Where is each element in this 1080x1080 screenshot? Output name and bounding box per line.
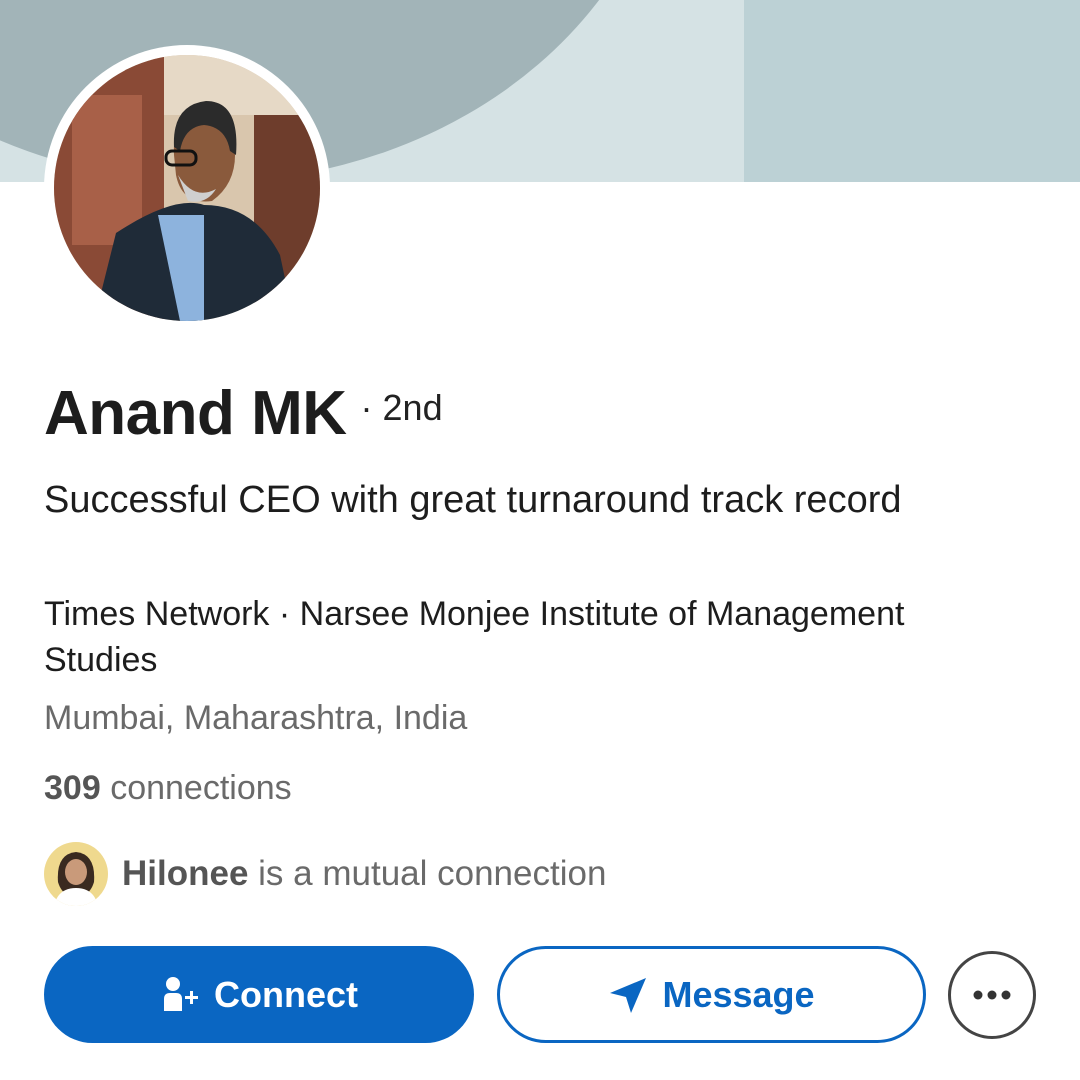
mutual-connection-text: Hilonee is a mutual connection — [122, 854, 606, 894]
mutual-avatar-photo — [44, 842, 108, 906]
connect-label: Connect — [214, 973, 358, 1015]
profile-avatar[interactable] — [44, 45, 330, 331]
connect-button[interactable]: Connect — [44, 946, 474, 1043]
connections-count: 309 — [44, 769, 101, 807]
profile-photo — [54, 55, 320, 321]
profile-company-education: Times Network · Narsee Monjee Institute … — [44, 595, 905, 679]
mutual-label: is a mutual connection — [258, 854, 607, 893]
message-label: Message — [662, 973, 815, 1015]
more-horizontal-icon — [973, 990, 1011, 1000]
profile-headline: Successful CEO with great turnaround tra… — [44, 479, 902, 521]
connections-label: connections — [110, 769, 292, 807]
mutual-connection[interactable]: Hilonee is a mutual connection — [44, 842, 606, 906]
connection-degree: · 2nd — [360, 387, 443, 428]
add-person-icon — [160, 975, 200, 1015]
banner-right-block — [744, 0, 1080, 182]
message-button[interactable]: Message — [497, 946, 926, 1043]
more-options-button[interactable] — [948, 951, 1036, 1039]
profile-location: Mumbai, Maharashtra, India — [44, 699, 468, 737]
send-icon — [608, 975, 648, 1015]
connections-link[interactable]: 309 connections — [44, 766, 292, 810]
mutual-name: Hilonee — [122, 854, 249, 893]
profile-name-row: Anand MK · 2nd — [44, 378, 443, 449]
mutual-avatar — [44, 842, 108, 906]
profile-name: Anand MK — [44, 379, 347, 448]
